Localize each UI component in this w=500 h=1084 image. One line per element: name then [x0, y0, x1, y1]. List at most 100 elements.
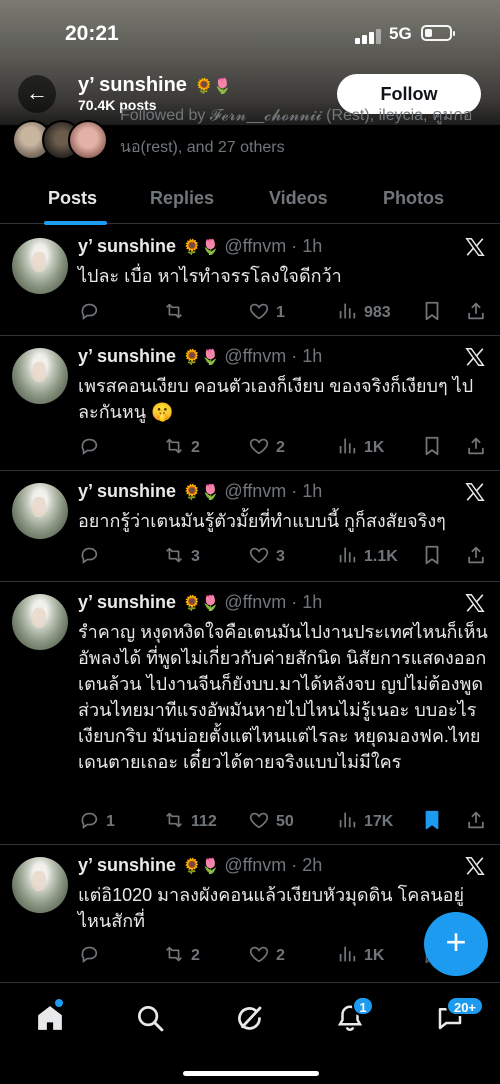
post-handle-time: @ffnvm · 1h	[224, 236, 323, 256]
post-author-name[interactable]: y’ sunshine	[78, 592, 176, 612]
post-item[interactable]: y’ sunshine 🌻🌷 @ffnvm · 1h รำคาญ หงุดหงิ…	[0, 582, 500, 845]
nav-home[interactable]	[35, 1003, 65, 1033]
notifications-badge: 1	[352, 996, 374, 1016]
repost-icon	[163, 943, 185, 970]
home-icon	[38, 1006, 62, 1030]
share-button[interactable]	[465, 545, 487, 569]
bookmark-button[interactable]	[421, 436, 443, 460]
tab-videos[interactable]: Videos	[269, 188, 328, 209]
post-author-name[interactable]: y’ sunshine	[78, 236, 176, 256]
repost-icon	[163, 809, 185, 836]
nav-search[interactable]	[135, 1003, 165, 1033]
x-logo-icon	[464, 481, 486, 503]
reply-button[interactable]: 1	[78, 810, 115, 834]
battery-icon	[421, 25, 455, 41]
profile-tabs: Posts Replies Videos Photos	[0, 178, 500, 225]
back-arrow-icon: ←	[26, 80, 48, 105]
home-indicator	[183, 1071, 319, 1076]
x-logo-icon	[464, 592, 486, 614]
repost-button[interactable]: 3	[163, 545, 200, 569]
repost-count: 2	[191, 947, 200, 964]
repost-icon	[163, 544, 185, 571]
signal-icon	[355, 28, 381, 44]
like-button[interactable]: 1	[248, 301, 285, 325]
share-button[interactable]	[465, 810, 487, 834]
repost-button[interactable]: 112	[163, 810, 217, 834]
views-button[interactable]: 1.1K	[336, 545, 398, 569]
post-header: y’ sunshine 🌻🌷 @ffnvm · 1h	[78, 592, 322, 618]
repost-button[interactable]: 2	[163, 944, 200, 968]
messages-badge: 20+	[446, 996, 484, 1016]
compose-button[interactable]: +	[424, 912, 488, 976]
post-author-name[interactable]: y’ sunshine	[78, 346, 176, 366]
post-handle-time: @ffnvm · 2h	[224, 855, 323, 875]
post-item[interactable]: y’ sunshine 🌻🌷 @ffnvm · 1h อยากรู้ว่าเตน…	[0, 471, 500, 582]
tab-photos[interactable]: Photos	[383, 188, 444, 209]
like-icon	[248, 544, 270, 571]
repost-icon	[163, 435, 185, 462]
bookmark-icon	[421, 809, 443, 836]
reply-button[interactable]	[78, 944, 106, 968]
post-item[interactable]: y’ sunshine 🌻🌷 @ffnvm · 2h แต่อิ1020 มาล…	[0, 845, 500, 985]
profile-name: y’ sunshine 🌻🌷	[78, 74, 232, 97]
bookmark-button[interactable]	[421, 545, 443, 569]
post-text: อยากรู้ว่าเตนมันรู้ตัวมั้ยที่ทำแบบนี้ กู…	[78, 511, 446, 531]
bookmark-button[interactable]	[421, 810, 443, 834]
post-handle-time: @ffnvm · 1h	[224, 592, 323, 612]
post-avatar[interactable]	[12, 857, 68, 913]
bookmark-icon	[421, 435, 443, 462]
views-button[interactable]: 1K	[336, 944, 384, 968]
like-icon	[248, 809, 270, 836]
post-avatar[interactable]	[12, 594, 68, 650]
post-author-name[interactable]: y’ sunshine	[78, 855, 176, 875]
like-icon	[248, 300, 270, 327]
network-label: 5G	[389, 24, 412, 43]
post-avatar[interactable]	[12, 238, 68, 294]
reply-button[interactable]	[78, 436, 106, 460]
views-button[interactable]: 983	[336, 301, 391, 325]
like-button[interactable]: 50	[248, 810, 294, 834]
back-button[interactable]: ←	[18, 75, 56, 113]
bookmark-icon	[421, 544, 443, 571]
post-item[interactable]: y’ sunshine 🌻🌷 @ffnvm · 1h เพรสคอนเงียบ …	[0, 336, 500, 471]
like-count: 3	[276, 548, 285, 565]
followed-by-row[interactable]: Followed by 𝓕𝓮𝓻𝓷__𝓬𝓱𝓸𝓷𝓷𝓲𝓲 (Rest), ileyci…	[0, 107, 500, 172]
bookmark-button[interactable]	[421, 301, 443, 325]
post-avatar[interactable]	[12, 348, 68, 404]
reply-icon	[78, 435, 100, 462]
reply-button[interactable]	[78, 301, 106, 325]
share-icon	[465, 435, 487, 462]
post-author-emoji: 🌻🌷	[182, 484, 220, 501]
post-avatar[interactable]	[12, 483, 68, 539]
reply-button[interactable]	[78, 545, 106, 569]
post-actions: 2 2 1K	[78, 436, 488, 460]
views-button[interactable]: 17K	[336, 810, 393, 834]
nav-grok[interactable]	[235, 1003, 265, 1033]
tab-posts[interactable]: Posts	[48, 188, 97, 209]
like-count: 50	[276, 813, 294, 830]
post-item[interactable]: y’ sunshine 🌻🌷 @ffnvm · 1h ไปละ เบื่อ หา…	[0, 226, 500, 336]
views-icon	[336, 544, 358, 571]
repost-button[interactable]: 2	[163, 436, 200, 460]
repost-button[interactable]	[163, 301, 191, 325]
share-button[interactable]	[465, 301, 487, 325]
like-button[interactable]: 2	[248, 944, 285, 968]
like-button[interactable]: 2	[248, 436, 285, 460]
reply-icon	[78, 943, 100, 970]
post-header: y’ sunshine 🌻🌷 @ffnvm · 1h	[78, 481, 322, 507]
views-icon	[336, 809, 358, 836]
post-text: รำคาญ หงุดหงิดใจคือเตนมันไปงานประเทศไหนก…	[78, 622, 488, 772]
post-header: y’ sunshine 🌻🌷 @ffnvm · 1h	[78, 236, 322, 262]
post-author-name[interactable]: y’ sunshine	[78, 481, 176, 501]
like-button[interactable]: 3	[248, 545, 285, 569]
reply-icon	[78, 544, 100, 571]
views-count: 1K	[364, 439, 385, 456]
active-tab-indicator	[44, 221, 107, 225]
post-actions: 1 983	[78, 301, 488, 325]
x-logo-icon	[464, 855, 486, 877]
tab-replies[interactable]: Replies	[150, 188, 214, 209]
post-text: ไปละ เบื่อ หาไรทำจรรโลงใจดีกว้า	[78, 266, 342, 286]
share-button[interactable]	[465, 436, 487, 460]
views-button[interactable]: 1K	[336, 436, 384, 460]
x-logo-icon	[464, 346, 486, 368]
